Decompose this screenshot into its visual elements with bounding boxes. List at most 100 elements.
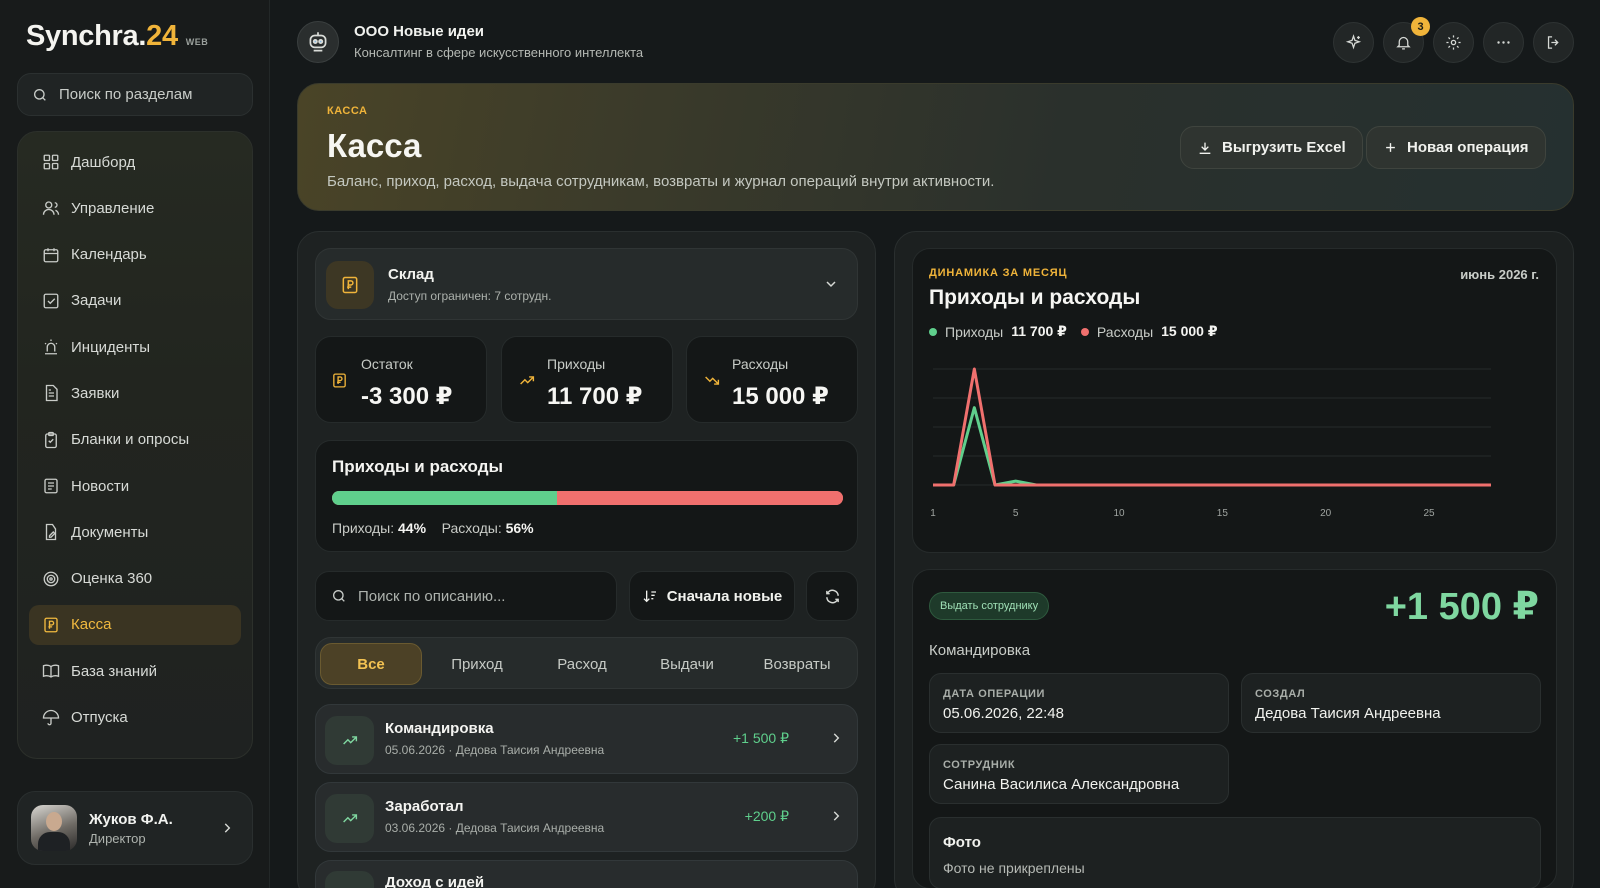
- operation-row[interactable]: Доход с идей: [315, 860, 858, 888]
- user-name: Жуков Ф.А.: [89, 810, 173, 828]
- brand-name: Synchra.: [26, 20, 147, 52]
- sidebar-item-label: Оценка 360: [71, 570, 153, 588]
- tab-refunds[interactable]: Возвраты: [743, 643, 851, 685]
- sparkles-icon: [1345, 34, 1362, 50]
- download-icon: [1199, 142, 1211, 154]
- operation-row[interactable]: Командировка 05.06.2026 · Дедова Таисия …: [315, 704, 858, 774]
- grid-icon: [43, 154, 59, 170]
- operation-title: Командировка: [385, 720, 494, 737]
- bell-icon: [1396, 36, 1411, 50]
- sidebar-item-management[interactable]: Управление: [29, 188, 241, 228]
- monthly-dynamics-card: ДИНАМИКА ЗА МЕСЯЦ июнь 2026 г. Приходы и…: [912, 248, 1557, 553]
- more-horizontal-icon: [1497, 41, 1510, 44]
- tab-all[interactable]: Все: [320, 643, 422, 685]
- operation-row[interactable]: Заработал 03.06.2026 · Дедова Таисия Анд…: [315, 782, 858, 852]
- tab-income[interactable]: Приход: [427, 643, 527, 685]
- sidebar-item-review360[interactable]: Оценка 360: [29, 559, 241, 599]
- trending-down-icon: [705, 376, 720, 385]
- sort-button[interactable]: Сначала новые: [629, 571, 795, 621]
- sidebar-nav: Дашборд Управление Календарь Задачи Инци…: [17, 131, 253, 759]
- settings-button[interactable]: [1433, 22, 1474, 63]
- stat-label: Остаток: [361, 356, 413, 372]
- brand-tag: WEB: [185, 37, 209, 47]
- ai-assistant-button[interactable]: [1333, 22, 1374, 63]
- plus-icon: [1386, 143, 1395, 152]
- file-edit-icon: [45, 524, 57, 541]
- sidebar-item-requests[interactable]: Заявки: [29, 373, 241, 413]
- sidebar-item-label: Документы: [71, 523, 149, 541]
- sidebar-item-incidents[interactable]: Инциденты: [29, 327, 241, 367]
- sidebar-item-calendar[interactable]: Календарь: [29, 235, 241, 275]
- field-operation-date: ДАТА ОПЕРАЦИИ 05.06.2026, 22:48: [929, 673, 1229, 733]
- sort-icon: [643, 590, 656, 603]
- chevron-right-icon: [224, 823, 231, 833]
- chevron-right-icon: [833, 733, 840, 743]
- logout-icon: [1547, 36, 1559, 49]
- cashbox-selector[interactable]: Склад Доступ ограничен: 7 сотрудн.: [315, 248, 858, 320]
- field-value: Санина Василиса Александровна: [943, 776, 1180, 793]
- new-operation-button[interactable]: Новая операция: [1366, 126, 1546, 169]
- sidebar-item-label: Задачи: [71, 292, 122, 310]
- operations-search-input[interactable]: Поиск по описанию...: [315, 571, 617, 621]
- target-icon: [43, 571, 59, 587]
- calendar-icon: [43, 247, 59, 263]
- brand-logo[interactable]: Synchra.24 WEB: [26, 20, 208, 53]
- org-logo: [297, 21, 339, 63]
- ratio-income-label: Приходы:: [332, 520, 395, 536]
- sidebar-item-vacations[interactable]: Отпуска: [29, 698, 241, 738]
- photo-value: Фото не прикреплены: [943, 860, 1085, 876]
- operation-type-tabs: Все Приход Расход Выдачи Возвраты: [315, 637, 858, 689]
- sidebar-item-label: Новости: [71, 477, 130, 495]
- income-expense-line-chart: 1 5 10 15 20 25: [930, 367, 1491, 519]
- refresh-button[interactable]: [806, 571, 858, 621]
- check-square-icon: [43, 293, 59, 309]
- ratio-title: Приходы и расходы: [332, 457, 504, 476]
- sidebar-item-documents[interactable]: Документы: [29, 512, 241, 552]
- operation-icon-wrap: [325, 794, 374, 843]
- chart-x-tick-label: 10: [1113, 508, 1125, 519]
- book-icon: [42, 664, 60, 679]
- org-description: Консалтинг в сфере искусственного интелл…: [354, 45, 644, 60]
- chart-x-tick-label: 25: [1423, 508, 1435, 519]
- field-label: ДАТА ОПЕРАЦИИ: [943, 688, 1046, 700]
- user-profile-card[interactable]: Жуков Ф.А. Директор: [17, 791, 253, 865]
- operation-type-badge: Выдать сотруднику: [929, 592, 1050, 620]
- stat-label: Приходы: [547, 356, 606, 372]
- sidebar-item-news[interactable]: Новости: [29, 466, 241, 506]
- operation-detail-name: Командировка: [929, 642, 1031, 659]
- sidebar-item-cashbox[interactable]: Касса: [29, 604, 241, 645]
- operation-title: Доход с идей: [385, 874, 485, 888]
- tab-payouts[interactable]: Выдачи: [637, 643, 737, 685]
- cashbox-access: Доступ ограничен: 7 сотрудн.: [388, 289, 552, 303]
- sidebar-item-label: Дашборд: [71, 153, 136, 171]
- tab-expense[interactable]: Расход: [532, 643, 632, 685]
- operation-detail-card: Выдать сотруднику +1 500 ₽ Командировка …: [912, 569, 1557, 888]
- operation-icon-wrap: [325, 871, 374, 888]
- more-button[interactable]: [1483, 22, 1524, 63]
- operation-meta: 05.06.2026 · Дедова Таисия Андреевна: [385, 743, 605, 757]
- sidebar-item-dashboard[interactable]: Дашборд: [29, 142, 241, 182]
- sidebar-item-label: Касса: [71, 616, 112, 634]
- logout-button[interactable]: [1533, 22, 1574, 63]
- ruble-icon: [333, 373, 346, 388]
- users-icon: [42, 201, 60, 216]
- sidebar-item-tasks[interactable]: Задачи: [29, 281, 241, 321]
- robot-icon: [309, 32, 327, 52]
- export-excel-button[interactable]: Выгрузить Excel: [1180, 126, 1363, 169]
- sidebar-item-label: Отпуска: [71, 709, 128, 727]
- sidebar-search-input[interactable]: Поиск по разделам: [17, 73, 253, 116]
- stat-balance: Остаток -3 300 ₽: [315, 336, 487, 423]
- refresh-icon: [825, 589, 839, 603]
- sidebar-item-knowledge[interactable]: База знаний: [29, 651, 241, 691]
- page-header: КАССА Касса Баланс, приход, расход, выда…: [297, 83, 1574, 211]
- sidebar-item-forms[interactable]: Бланки и опросы: [29, 420, 241, 460]
- page-kicker: КАССА: [327, 105, 368, 117]
- gear-icon: [1446, 35, 1461, 50]
- chart-x-tick-label: 15: [1217, 508, 1229, 519]
- ratio-bar: [332, 491, 843, 505]
- ruble-icon: [342, 276, 358, 294]
- umbrella-icon: [42, 709, 60, 725]
- file-text-icon: [45, 385, 58, 402]
- trending-up-icon: [342, 814, 357, 823]
- cashbox-name: Склад: [388, 266, 434, 283]
